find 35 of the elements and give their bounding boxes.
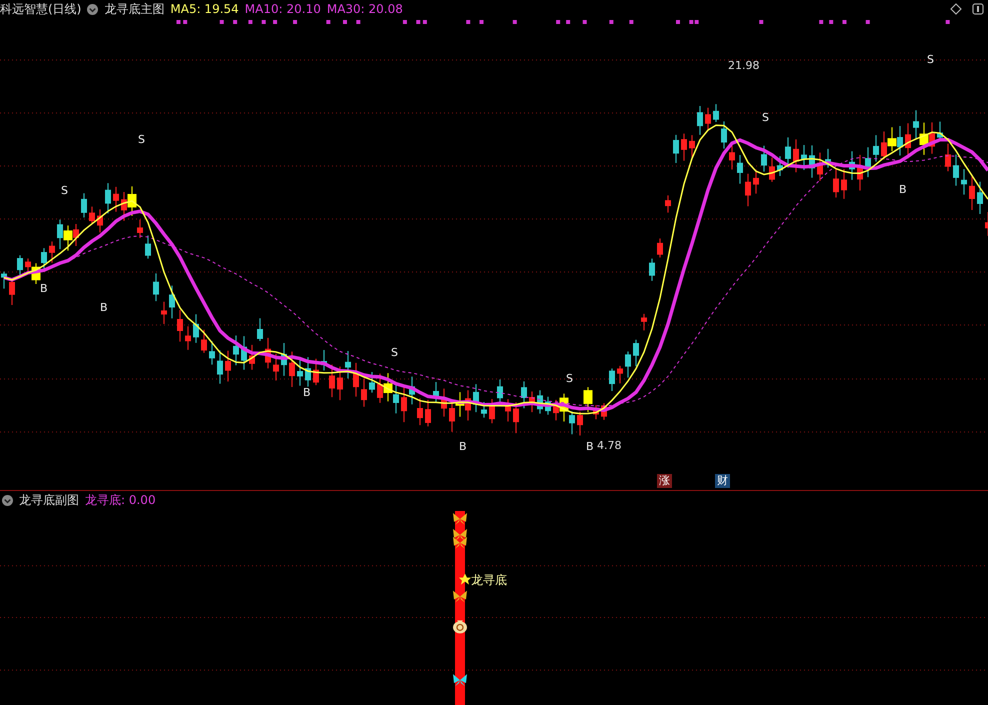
panel-toggle-icon[interactable] [972, 3, 984, 15]
signal-letter: B [303, 387, 311, 399]
stock-title: 科远智慧(日线) [0, 0, 82, 18]
signal-letter: S [138, 134, 145, 146]
event-badge[interactable]: 涨 [657, 474, 672, 488]
signal-letter: B [40, 283, 48, 295]
signal-label: 龙寻底 [471, 572, 507, 589]
low-price-label: 4.78 [597, 440, 622, 452]
event-badge[interactable]: 财 [715, 474, 730, 488]
indicator-readout: 龙寻底: 0.00 [85, 492, 156, 508]
signal-letter: B [899, 184, 907, 196]
high-price-label: 21.98 [728, 60, 760, 72]
indicator-name: 龙寻底副图 [19, 492, 79, 508]
signal-letter: B [459, 441, 467, 453]
butterfly-icon [453, 590, 467, 603]
dropdown-icon[interactable] [87, 4, 98, 14]
butterfly-icon [453, 536, 467, 549]
signal-letter: S [391, 347, 398, 359]
dropdown-icon[interactable] [2, 494, 13, 506]
signal-letter: S [566, 373, 573, 385]
money-bag-icon [453, 620, 467, 634]
indicator-name: 龙寻底主图 [104, 0, 164, 18]
signal-letter: B [100, 302, 108, 314]
ma-readout: MA10: 20.10 [244, 2, 321, 16]
butterfly-icon [453, 528, 467, 541]
signal-letter: S [61, 185, 68, 197]
diamond-icon[interactable] [950, 3, 962, 15]
signal-letter: S [762, 112, 769, 124]
signal-letter: S [927, 54, 934, 66]
star-icon [459, 574, 471, 585]
butterfly-icon [453, 674, 467, 686]
ma-readout: MA5: 19.54 [170, 2, 239, 16]
signal-letter: B [586, 441, 594, 453]
ma-readout: MA30: 20.08 [326, 2, 403, 16]
butterfly-icon [453, 512, 467, 525]
